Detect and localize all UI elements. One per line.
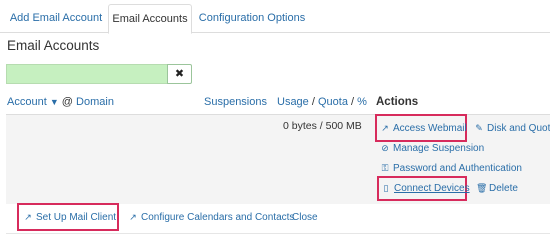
manage-suspension-link[interactable]: ⊘ Manage Suspension [380,142,484,155]
suspensions-header: Suspensions [204,96,267,109]
page-title: Email Accounts [7,38,100,53]
disk-and-quota-link[interactable]: ✎ Disk and Quota [474,122,550,135]
password-authentication-link[interactable]: ⚿ Password and Authentication [380,162,522,175]
close-label: Close [292,212,318,223]
configure-calendars-label: Configure Calendars and Contacts [141,212,295,223]
account-sort-link[interactable]: Account [7,96,47,108]
actions-header: Actions [376,96,419,108]
quota-usage-text: 0 bytes / 500 MB [283,120,362,132]
usage-sort-link[interactable]: Usage [277,96,309,108]
key-icon: ⚿ [381,163,389,173]
set-up-mail-client-label: Set Up Mail Client [36,212,117,223]
tab-bar: Add Email Account Email Accounts Configu… [0,0,550,34]
tab-add-email-account[interactable]: Add Email Account [6,4,106,32]
tab-configuration-options[interactable]: Configuration Options [194,4,310,32]
row-bottom-divider [6,233,550,234]
configure-calendars-link[interactable]: ↗ Configure Calendars and Contacts [128,211,294,224]
slash-separator: / [311,96,315,108]
disk-and-quota-label: Disk and Quota [487,123,550,134]
connect-devices-label: Connect Devices [394,183,470,194]
connect-devices-link[interactable]: ▯ Connect Devices [381,182,470,195]
trash-icon: 🗑 [476,183,488,193]
domain-sort-link[interactable]: Domain [76,96,114,108]
tab-email-accounts[interactable]: Email Accounts [108,4,192,34]
times-icon: ✖ [174,68,185,80]
pencil-icon: ✎ [475,123,483,133]
set-up-mail-client-link[interactable]: ↗ Set Up Mail Client [23,211,116,224]
usage-quota-header: Usage / Quota / % [277,96,367,109]
tab-bar-divider [0,32,550,33]
suspensions-sort-link[interactable]: Suspensions [204,96,267,108]
search-input[interactable] [6,64,167,84]
external-link-icon: ↗ [129,212,137,222]
slash-separator: / [351,96,355,108]
at-separator: @ [61,96,73,108]
manage-suspension-label: Manage Suspension [393,143,485,154]
external-link-icon: ↗ [24,212,32,222]
percent-sort-link[interactable]: % [357,96,367,108]
password-authentication-label: Password and Authentication [393,163,522,174]
delete-link[interactable]: 🗑 Delete [476,182,518,195]
external-link-icon: ↗ [381,123,389,133]
clear-search-button[interactable]: ✖ [167,64,192,84]
close-link[interactable]: Close [292,211,318,224]
delete-label: Delete [489,183,518,194]
ban-icon: ⊘ [381,143,389,153]
account-domain-header: Account ▼ @ Domain [7,96,114,109]
quota-sort-link[interactable]: Quota [318,96,348,108]
access-webmail-link[interactable]: ↗ Access Webmail [380,122,467,135]
sort-desc-icon: ▼ [49,97,59,107]
mobile-device-icon: ▯ [383,183,389,193]
access-webmail-label: Access Webmail [393,123,467,134]
